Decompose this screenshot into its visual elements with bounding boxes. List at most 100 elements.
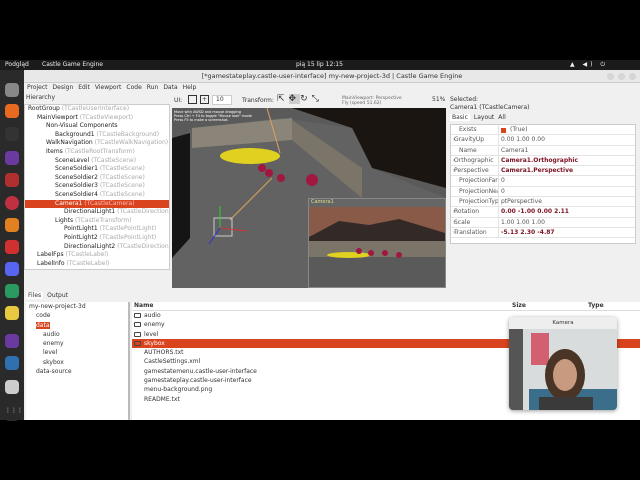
hierarchy-item[interactable]: LabelInfo (TCastleLabel) <box>25 260 169 269</box>
transform-tools[interactable]: ⇱✥↻⤡ <box>277 94 323 104</box>
firefox-icon[interactable] <box>5 104 19 118</box>
app-menu[interactable]: Podgląd <box>5 61 29 68</box>
property-row[interactable]: › Translation -5.13 2.30 -4.87 <box>451 227 635 239</box>
hierarchy-item[interactable]: Items (TCastleRootTransform) <box>25 148 169 157</box>
camera-preview[interactable]: Camera1 <box>308 198 446 288</box>
property-value[interactable]: 0 <box>499 176 505 185</box>
property-row[interactable]: › Orthographic Camera1.Orthographic <box>451 155 635 167</box>
emacs-icon[interactable] <box>5 334 19 348</box>
hierarchy-item[interactable]: SceneSoldier3 (TCastleScene) <box>25 182 169 191</box>
tab-all[interactable]: All <box>498 114 505 121</box>
emacs-icon[interactable] <box>5 151 19 165</box>
folder-tree-item[interactable]: audio <box>26 330 128 339</box>
minimize-button[interactable] <box>607 73 614 80</box>
property-row[interactable]: › Perspective Camera1.Perspective <box>451 166 635 177</box>
apps-grid-icon[interactable]: ⋮⋮⋮ <box>5 407 23 421</box>
tab-basic[interactable]: Basic <box>450 114 470 121</box>
hierarchy-item[interactable]: Camera1 (TCastleCamera) <box>25 199 169 209</box>
hierarchy-item[interactable]: DirectionalLight2 (TCastleDirectionalLig… <box>25 243 169 252</box>
property-value[interactable]: -5.13 2.30 -4.87 <box>499 228 555 237</box>
castle-game-engine-icon[interactable] <box>5 196 19 210</box>
folder-tree-item[interactable]: data-source <box>26 367 128 376</box>
property-row[interactable]: ProjectionType ptPerspective <box>451 197 635 208</box>
column-header-name[interactable]: Name <box>134 302 153 309</box>
3d-viewport[interactable]: Move with AWSD and mouse dragging Press … <box>172 108 446 288</box>
hierarchy-item[interactable]: SceneLevel (TCastleScene) <box>25 157 169 166</box>
menu-project[interactable]: Project <box>27 84 48 91</box>
property-value[interactable]: Camera1.Perspective <box>499 166 573 175</box>
ui-add-button[interactable]: + <box>200 95 209 104</box>
property-value[interactable]: 0 <box>499 187 505 196</box>
files-icon[interactable] <box>5 83 19 97</box>
menu-design[interactable]: Design <box>53 84 74 91</box>
property-value[interactable]: Camera1.Orthographic <box>499 156 578 165</box>
scale-tool-icon[interactable]: ⤡ <box>312 94 323 104</box>
tab-layout[interactable]: Layout <box>474 114 494 121</box>
checkbox-checked-icon[interactable] <box>501 127 506 133</box>
property-value[interactable]: ptPerspective <box>499 197 542 206</box>
property-value[interactable]: 0.00 1.00 0.00 <box>499 135 545 144</box>
folder-tree-item[interactable]: enemy <box>26 339 128 348</box>
property-row[interactable]: › GravityUp 0.00 1.00 0.00 <box>451 135 635 146</box>
system-tray-icons[interactable]: ▲ ◀) ⏻ <box>570 61 608 69</box>
move-tool-icon[interactable]: ✥ <box>288 94 301 104</box>
hierarchy-item[interactable]: SceneSoldier2 (TCastleScene) <box>25 174 169 183</box>
discord-icon[interactable] <box>5 262 19 276</box>
rotate-tool-icon[interactable]: ↻ <box>300 94 312 104</box>
document-icon[interactable] <box>5 380 19 394</box>
hierarchy-item[interactable]: LabelFps (TCastleLabel) <box>25 251 169 260</box>
property-row[interactable]: Exists (True) <box>451 125 635 136</box>
property-value[interactable]: 0.00 -1.00 0.00 2.11 <box>499 207 569 216</box>
mail-icon[interactable] <box>5 306 19 320</box>
hierarchy-item[interactable]: SceneSoldier1 (TCastleScene) <box>25 165 169 174</box>
maximize-button[interactable] <box>618 73 625 80</box>
menu-data[interactable]: Data <box>163 84 177 91</box>
snap-spinner[interactable]: 10 <box>212 95 232 105</box>
folder-tree-item[interactable]: my-new-project-3d <box>26 302 128 311</box>
menu-help[interactable]: Help <box>183 84 197 91</box>
menu-run[interactable]: Run <box>147 84 159 91</box>
folder-tree-item[interactable]: data <box>26 321 128 330</box>
active-app[interactable]: Castle Game Engine <box>42 61 103 68</box>
item-type: (TCastleLabel) <box>66 259 110 267</box>
kamera-window[interactable]: Kamera <box>509 317 617 410</box>
select-tool-icon[interactable]: ⇱ <box>277 94 289 104</box>
ui-select-button[interactable] <box>188 95 197 104</box>
property-value[interactable]: 1.00 1.00 1.00 <box>499 218 545 227</box>
property-value[interactable]: (True) <box>508 125 527 134</box>
hierarchy-item[interactable]: MainViewport (TCastleViewport) <box>25 114 169 123</box>
image-viewer-icon[interactable] <box>5 356 19 370</box>
hierarchy-item[interactable]: DirectionalLight1 (TCastleDirectionalLig… <box>25 208 169 217</box>
hierarchy-item[interactable]: RootGroup (TCastleUserInterface) <box>25 105 169 114</box>
stamp-icon[interactable] <box>5 173 19 187</box>
stack-icon[interactable] <box>5 240 19 254</box>
property-value[interactable]: Camera1 <box>499 146 528 155</box>
menu-viewport[interactable]: Viewport <box>95 84 122 91</box>
property-row[interactable]: Name Camera1 <box>451 145 635 156</box>
menu-edit[interactable]: Edit <box>78 84 90 91</box>
close-button[interactable] <box>629 73 636 80</box>
folder-tree-item[interactable]: level <box>26 348 128 357</box>
menu-code[interactable]: Code <box>126 84 141 91</box>
hierarchy-item[interactable]: PointLight1 (TCastlePointLight) <box>25 225 169 234</box>
clock[interactable]: pią 15 lip 12:15 <box>296 61 343 68</box>
property-row[interactable]: ProjectionNear 0 <box>451 186 635 198</box>
column-header-size[interactable]: Size <box>512 302 526 309</box>
hierarchy-item[interactable]: WalkNavigation (TCastleWalkNavigation) <box>25 139 169 148</box>
hierarchy-item[interactable]: Background1 (TCastleBackground) <box>25 131 169 140</box>
tab-files[interactable]: Files <box>26 292 44 299</box>
hierarchy-item[interactable]: Lights (TCastleTransform) <box>25 217 169 226</box>
hierarchy-item[interactable]: SceneSoldier4 (TCastleScene) <box>25 191 169 200</box>
tab-output[interactable]: Output <box>47 292 68 299</box>
mail-lock-icon[interactable] <box>5 284 19 298</box>
column-header-type[interactable]: Type <box>588 302 604 309</box>
property-row[interactable]: ProjectionFar 0 <box>451 176 635 187</box>
property-row[interactable]: › Scale 1.00 1.00 1.00 <box>451 217 635 228</box>
hierarchy-item[interactable]: PointLight2 (TCastlePointLight) <box>25 234 169 243</box>
blender-icon[interactable] <box>5 218 19 232</box>
terminal-icon[interactable] <box>5 127 19 141</box>
property-row[interactable]: › Rotation 0.00 -1.00 0.00 2.11 <box>451 207 635 218</box>
folder-tree-item[interactable]: skybox <box>26 358 128 367</box>
hierarchy-item[interactable]: Non-Visual Components <box>25 122 169 131</box>
folder-tree-item[interactable]: code <box>26 311 128 320</box>
